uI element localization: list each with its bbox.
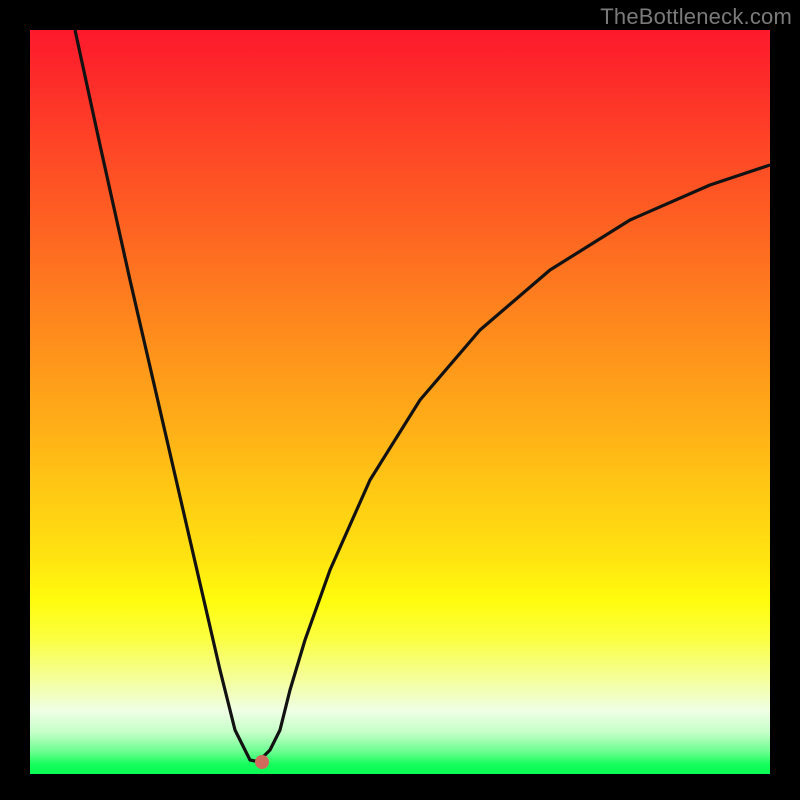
minimum-marker-icon <box>255 755 269 769</box>
bottom-green-bar <box>30 770 770 774</box>
watermark-text: TheBottleneck.com <box>600 4 792 30</box>
curve-layer <box>30 30 770 770</box>
chart-container: TheBottleneck.com <box>0 0 800 800</box>
bottleneck-curve <box>75 30 770 761</box>
